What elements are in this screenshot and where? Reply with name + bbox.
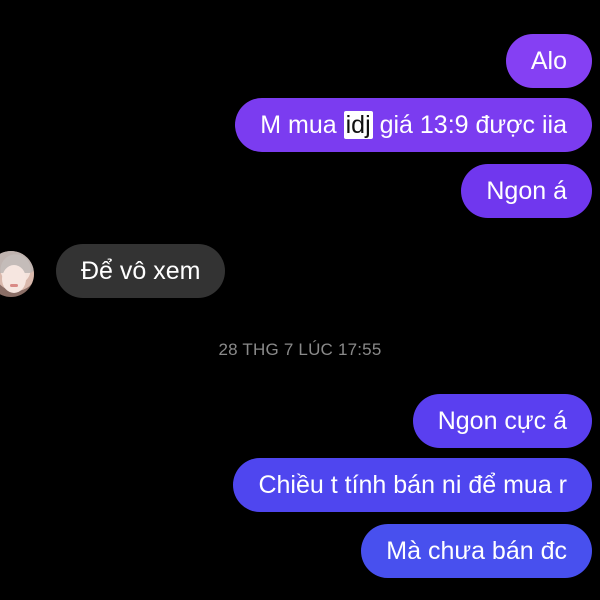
message-bubble-ma-chua[interactable]: Mà chưa bán đc xyxy=(361,524,592,578)
message-text: Để vô xem xyxy=(81,257,201,285)
message-bubble-chieu[interactable]: Chiều t tính bán ni để mua r xyxy=(233,458,592,512)
timestamp-divider: 28 THG 7 LÚC 17:55 xyxy=(218,340,382,359)
message-text: Alo xyxy=(530,47,567,75)
message-bubble-purchase[interactable]: M mua idj giá 13:9 được iia xyxy=(235,98,592,152)
message-bubble-ngon-cuc-a[interactable]: Ngon cực á xyxy=(412,394,592,448)
message-bubble-ngon-a[interactable]: Ngon á xyxy=(461,164,592,218)
message-text: Ngon cực á xyxy=(437,407,567,435)
message-text: Mà chưa bán đc xyxy=(386,537,567,565)
message-text-end: giá 13:9 được iia xyxy=(372,111,567,139)
message-text-start: M mua xyxy=(260,111,344,139)
message-text: Ngon á xyxy=(486,177,567,205)
contact-avatar-icon[interactable] xyxy=(0,251,34,297)
incoming-message-bubble[interactable]: Để vô xem xyxy=(56,244,226,298)
selected-text-highlight[interactable]: idj xyxy=(343,111,373,139)
message-text: Chiều t tính bán ni để mua r xyxy=(258,471,567,499)
message-bubble-alo[interactable]: Alo xyxy=(505,34,592,88)
